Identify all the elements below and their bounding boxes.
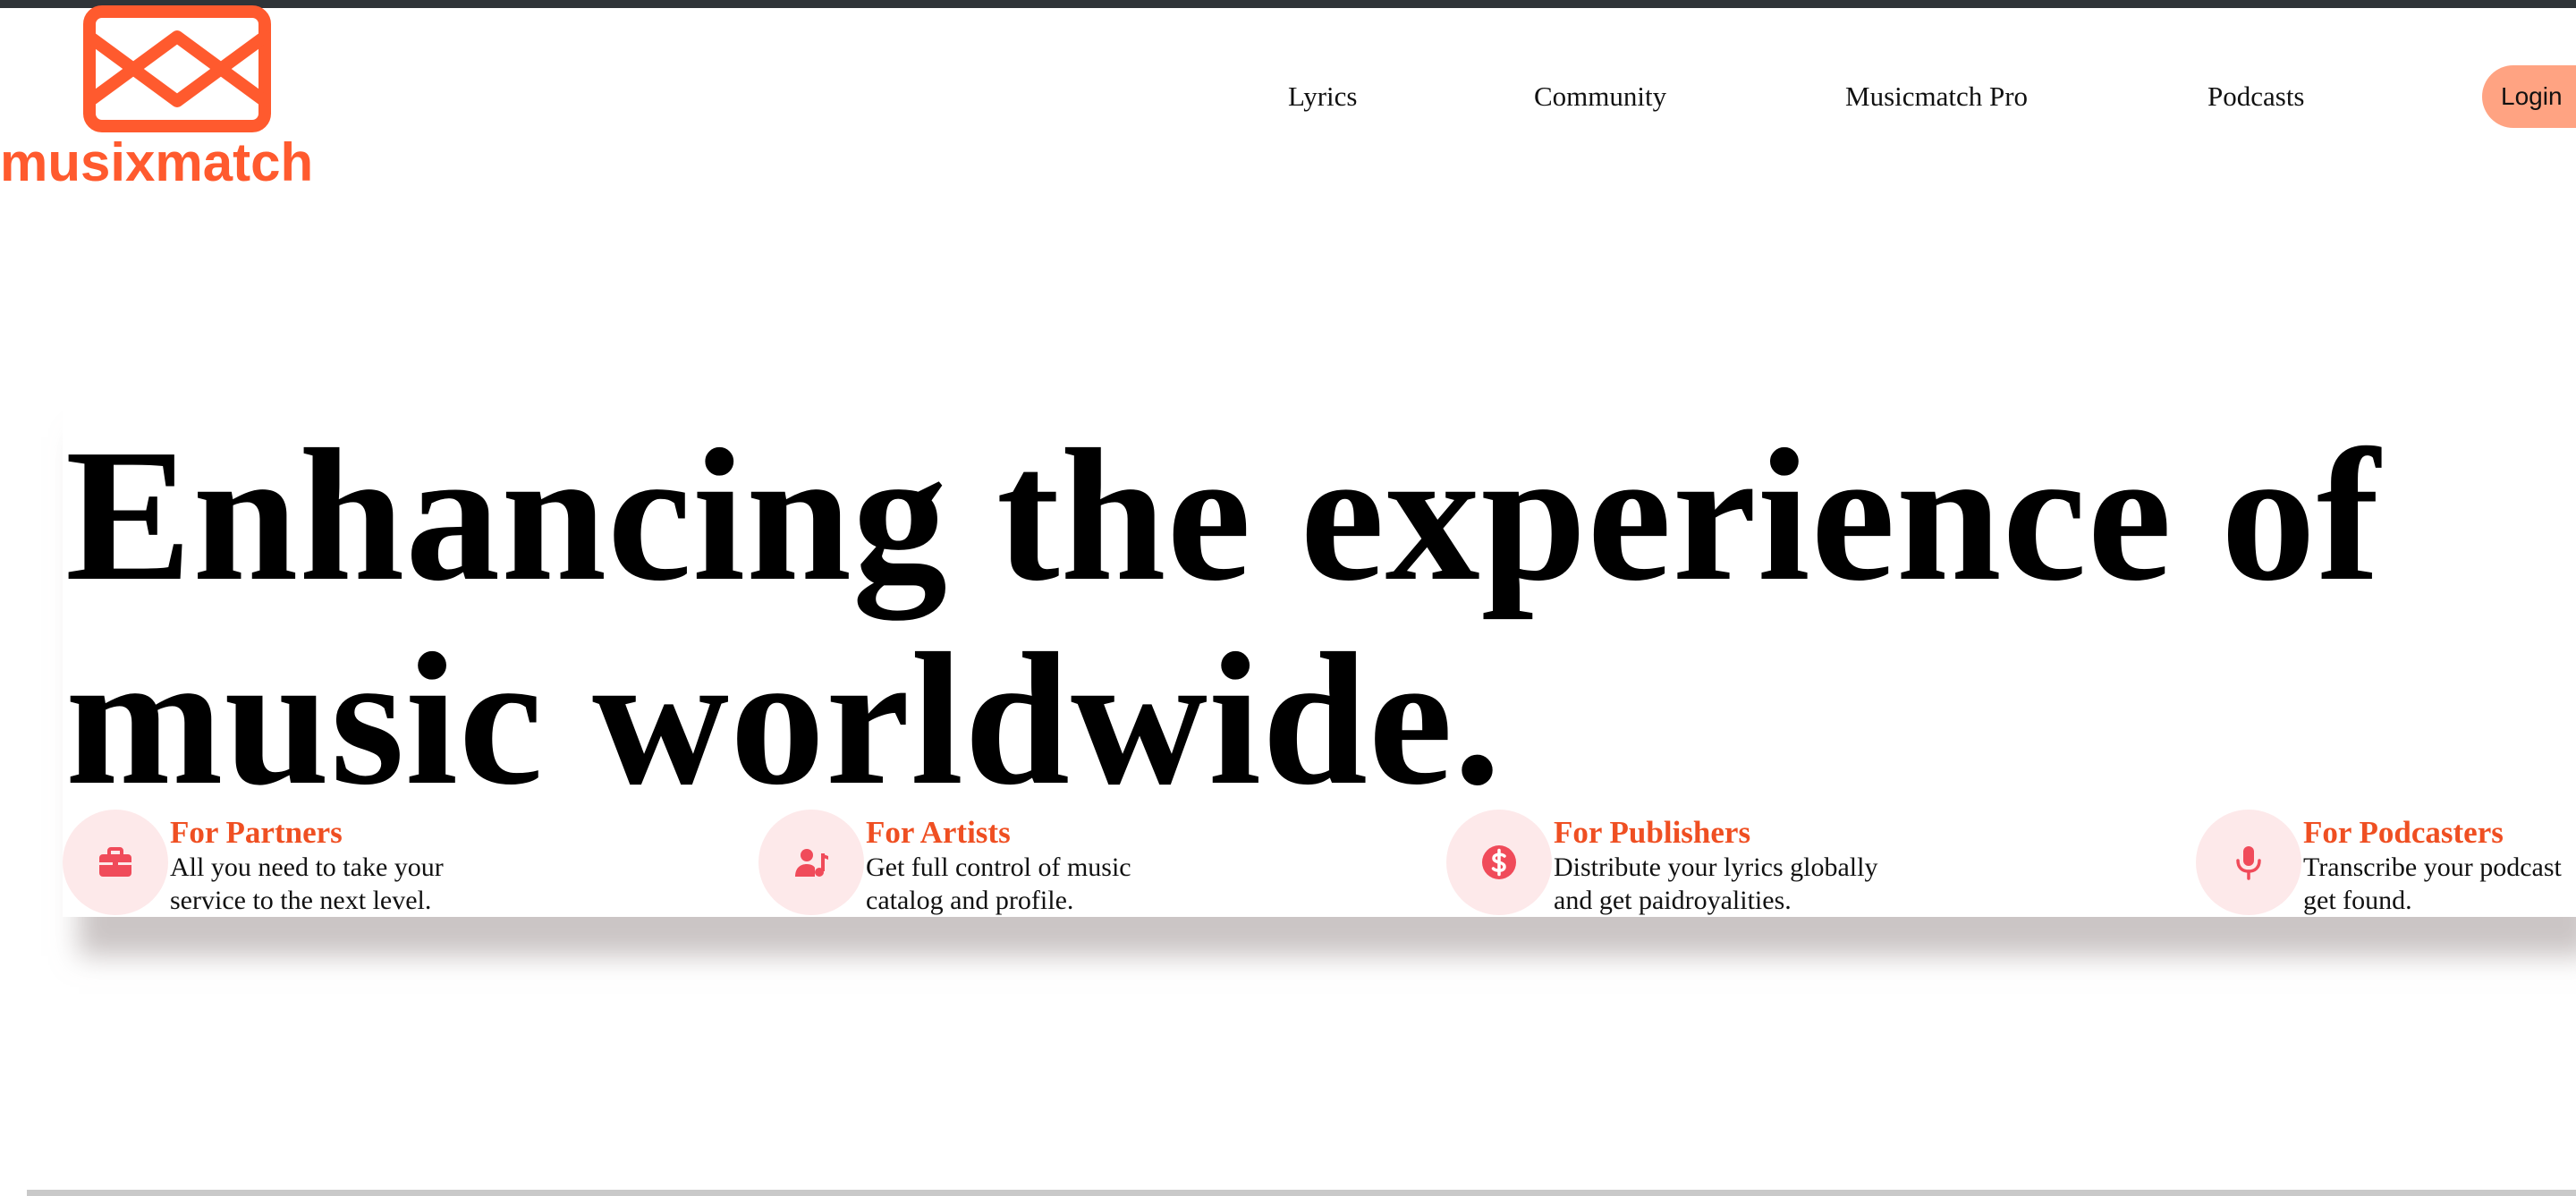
musixmatch-wordmark: musixmatch bbox=[0, 132, 314, 192]
page-bottom-divider bbox=[27, 1190, 2576, 1196]
feature-publishers-title: For Publishers bbox=[1554, 815, 1751, 850]
nav-podcasts-link[interactable]: Podcasts bbox=[2207, 77, 2305, 116]
artist-music-icon bbox=[795, 849, 828, 877]
feature-partners-description: All you need to take your service to the… bbox=[170, 851, 444, 917]
hero-headline: Enhancing the experience of music worldw… bbox=[65, 413, 2480, 821]
feature-podcasters-title: For Podcasters bbox=[2303, 815, 2504, 850]
nav-lyrics-link[interactable]: Lyrics bbox=[1288, 77, 1358, 116]
feature-publishers-icon-circle bbox=[1446, 810, 1552, 915]
musixmatch-logo[interactable]: musixmatch bbox=[0, 4, 367, 192]
feature-podcasters[interactable]: For Podcasters Transcribe your podcast g… bbox=[2196, 810, 2576, 917]
feature-podcasters-desc-line-2: get found. bbox=[2303, 886, 2412, 915]
feature-artists-title: For Artists bbox=[866, 815, 1011, 850]
hero-headline-line-2: music worldwide. bbox=[65, 614, 1502, 824]
hero-headline-line-1: Enhancing the experience of bbox=[65, 410, 2381, 620]
feature-podcasters-description: Transcribe your podcast get found. bbox=[2303, 851, 2562, 917]
feature-artists-desc-line-2: catalog and profile. bbox=[866, 886, 1074, 915]
feature-publishers-description: Distribute your lyrics globally and get … bbox=[1554, 851, 1877, 917]
feature-artists-description: Get full control of music catalog and pr… bbox=[866, 851, 1131, 917]
briefcase-icon bbox=[99, 847, 131, 877]
feature-artists[interactable]: For Artists Get full control of music ca… bbox=[758, 810, 1224, 917]
microphone-icon bbox=[2236, 846, 2261, 880]
feature-publishers-desc-line-1: Distribute your lyrics globally bbox=[1554, 852, 1878, 882]
feature-partners-desc-line-2: service to the next level. bbox=[170, 886, 432, 915]
feature-partners[interactable]: For Partners All you need to take your s… bbox=[63, 810, 528, 917]
feature-partners-desc-line-1: All you need to take your bbox=[170, 852, 444, 882]
feature-podcasters-icon-circle bbox=[2196, 810, 2301, 915]
nav-musicmatch-pro-link[interactable]: Musicmatch Pro bbox=[1845, 77, 2028, 116]
feature-publishers-desc-line-2: and get paidroyalities. bbox=[1554, 886, 1792, 915]
musixmatch-logo-mark-icon bbox=[83, 5, 271, 132]
browser-top-bar bbox=[0, 0, 2576, 8]
feature-podcasters-desc-line-1: Transcribe your podcast bbox=[2303, 852, 2562, 882]
feature-partners-title: For Partners bbox=[170, 815, 343, 850]
feature-publishers[interactable]: For Publishers Distribute your lyrics gl… bbox=[1446, 810, 2001, 917]
dollar-icon bbox=[1482, 845, 1516, 879]
feature-artists-icon-circle bbox=[758, 810, 864, 915]
feature-partners-icon-circle bbox=[63, 810, 168, 915]
login-button[interactable]: Login bbox=[2482, 65, 2576, 128]
feature-artists-desc-line-1: Get full control of music bbox=[866, 852, 1131, 882]
nav-community-link[interactable]: Community bbox=[1534, 77, 1666, 116]
